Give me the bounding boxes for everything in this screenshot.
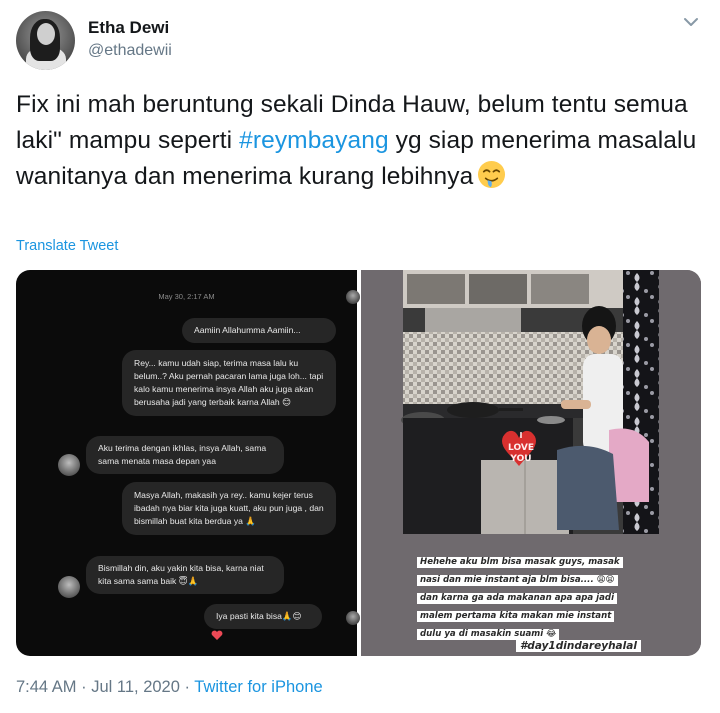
- chevron-down-icon[interactable]: [682, 13, 700, 31]
- sticker-text-you: YOU: [509, 454, 531, 464]
- profile-icon: [346, 611, 360, 625]
- tweet-text: Fix ini mah beruntung sekali Dinda Hauw,…: [16, 87, 706, 195]
- tweet-time[interactable]: 7:44 AM: [16, 678, 77, 696]
- story-photo[interactable]: I LOVE YOU Hehehe aku blm bisa masak guy…: [361, 270, 701, 656]
- contact-avatar: [58, 454, 80, 476]
- story-hashtag: #day1dindareyhalal: [516, 640, 641, 652]
- author-handle[interactable]: @ethadewii: [88, 42, 172, 60]
- chat-bubble: Rey... kamu udah siap, terima masa lalu …: [122, 350, 336, 416]
- meta-separator: ·: [76, 678, 92, 696]
- profile-icon: [346, 290, 360, 304]
- translate-tweet-link[interactable]: Translate Tweet: [16, 238, 118, 254]
- tweet-header: Etha Dewi @ethadewii: [16, 11, 704, 73]
- drooling-face-emoji-icon: [478, 160, 506, 189]
- tweet-media[interactable]: May 30, 2:17 AM Aamiin Allahumma Aamiin.…: [16, 270, 701, 656]
- sticker-text-i: I: [520, 431, 523, 440]
- story-caption: Hehehe aku blm bisa masak guys, masak na…: [417, 551, 653, 641]
- chat-bubble: Bismillah din, aku yakin kita bisa, karn…: [86, 556, 284, 594]
- author-name[interactable]: Etha Dewi: [88, 18, 169, 38]
- story-caption-line: dulu ya di masakin suami 😂: [417, 629, 560, 640]
- contact-avatar: [58, 576, 80, 598]
- tweet-meta: 7:44 AM · Jul 11, 2020 · Twitter for iPh…: [16, 678, 323, 697]
- tweet-source-link[interactable]: Twitter for iPhone: [194, 678, 322, 696]
- chat-bubble: Masya Allah, makasih ya rey.. kamu kejer…: [122, 482, 336, 535]
- story-caption-line: dan karna ga ada makanan apa apa jadi: [417, 593, 618, 604]
- chat-bubble: Aamiin Allahumma Aamiin...: [182, 318, 336, 343]
- hashtag-link[interactable]: #reymbayang: [239, 127, 389, 154]
- chat-bubble: Aku terima dengan ikhlas, insya Allah, s…: [86, 436, 284, 474]
- story-caption-line: nasi dan mie instant aja blm bisa.... 😩😫: [417, 575, 618, 586]
- meta-separator: ·: [179, 678, 195, 696]
- sticker-text-love: LOVE: [508, 443, 534, 453]
- author-avatar[interactable]: [16, 11, 75, 70]
- chat-date: May 30, 2:17 AM: [158, 292, 215, 301]
- heart-reaction-icon: [211, 630, 223, 640]
- story-caption-line: Hehehe aku blm bisa masak guys, masak: [417, 557, 623, 568]
- chat-bubble: Iya pasti kita bisa🙏😊: [204, 604, 322, 629]
- story-caption-line: malem pertama kita makan mie instant: [417, 611, 615, 622]
- chat-screenshot[interactable]: May 30, 2:17 AM Aamiin Allahumma Aamiin.…: [16, 270, 360, 656]
- tweet-date[interactable]: Jul 11, 2020: [91, 678, 180, 696]
